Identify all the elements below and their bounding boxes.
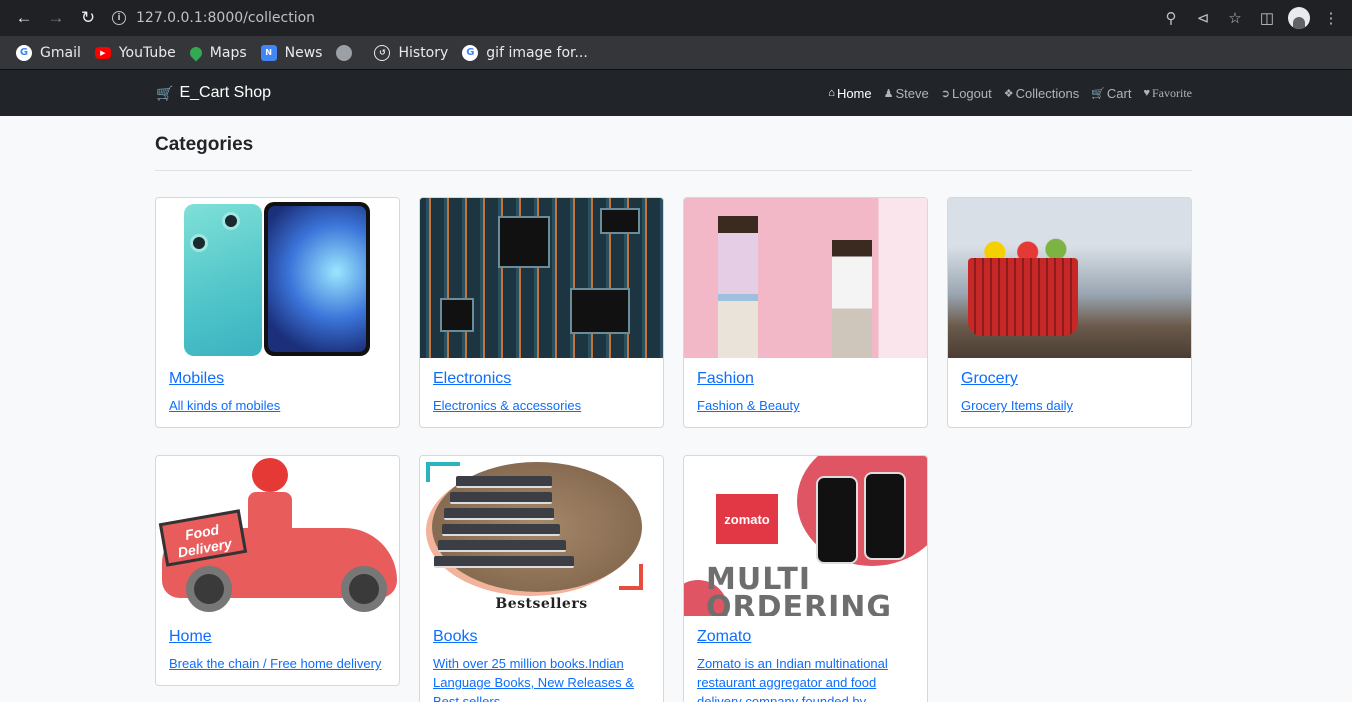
category-image-grocery[interactable] — [948, 198, 1191, 358]
bookmark-globe[interactable] — [330, 39, 366, 67]
site-info-icon[interactable]: i — [112, 11, 126, 25]
category-card-home: Food Delivery Home Break the chain / Fre… — [155, 455, 400, 686]
nav-cart[interactable]: 🛒 Cart — [1091, 86, 1131, 101]
url-text: 127.0.0.1:8000/collection — [136, 10, 316, 26]
cart-icon: 🛒 — [1091, 87, 1105, 100]
forward-arrow-icon[interactable]: → — [40, 2, 72, 34]
home-icon: ⌂ — [828, 87, 835, 99]
nav-logout[interactable]: ➲ Logout — [941, 86, 992, 101]
bookmark-youtube[interactable]: ▶ YouTube — [89, 39, 182, 67]
reload-icon[interactable]: ↻ — [72, 2, 104, 34]
category-description-mobiles[interactable]: All kinds of mobiles — [169, 396, 386, 415]
category-description-electronics[interactable]: Electronics & accessories — [433, 396, 650, 415]
address-bar[interactable]: i 127.0.0.1:8000/collection — [112, 4, 1158, 32]
zoom-icon[interactable]: ⚲ — [1158, 5, 1184, 31]
nav-user[interactable]: ♟ Steve — [884, 86, 929, 101]
google-icon: G — [16, 44, 32, 61]
category-description-zomato[interactable]: Zomato is an Indian multinational restau… — [697, 654, 914, 702]
category-image-mobiles[interactable] — [156, 198, 399, 358]
category-link-books[interactable]: Books — [433, 628, 650, 646]
nav-collections[interactable]: ❖ Collections — [1004, 86, 1079, 101]
bestsellers-label: Bestsellers — [495, 596, 588, 612]
google-icon: G — [462, 44, 479, 61]
browser-toolbar: ← → ↻ i 127.0.0.1:8000/collection ⚲ ⊲ ☆ … — [0, 0, 1352, 36]
multi-ordering-text: MULTI ORDERING — [706, 562, 892, 617]
youtube-icon: ▶ — [94, 46, 111, 59]
category-link-grocery[interactable]: Grocery — [961, 370, 1178, 388]
bookmarks-bar: G Gmail ▶ YouTube Maps N News ↺ History … — [0, 36, 1352, 70]
category-grid: Mobiles All kinds of mobiles Electronics… — [155, 197, 1192, 702]
bookmark-maps[interactable]: Maps — [184, 39, 253, 67]
bookmark-history[interactable]: ↺ History — [368, 39, 454, 67]
cubes-icon: ❖ — [1003, 87, 1014, 100]
category-link-home[interactable]: Home — [169, 628, 386, 646]
category-card-electronics: Electronics Electronics & accessories — [419, 197, 664, 428]
category-image-books[interactable]: Bestsellers — [420, 456, 663, 616]
page-title: Categories — [155, 116, 1192, 171]
zomato-logo: zomato — [716, 494, 778, 544]
bookmark-gmail[interactable]: G Gmail — [10, 39, 87, 67]
heart-icon: ♥ — [1143, 87, 1150, 99]
user-icon: ♟ — [883, 87, 894, 100]
category-description-fashion[interactable]: Fashion & Beauty — [697, 396, 914, 415]
category-card-grocery: Grocery Grocery Items daily — [947, 197, 1192, 428]
news-icon: N — [260, 44, 277, 61]
category-link-electronics[interactable]: Electronics — [433, 370, 650, 388]
category-image-fashion[interactable] — [684, 198, 927, 358]
category-image-home[interactable]: Food Delivery — [156, 456, 399, 616]
main-content: Categories Mobiles All kinds of mobiles — [155, 116, 1192, 702]
category-image-electronics[interactable] — [420, 198, 663, 358]
maps-icon — [187, 44, 205, 61]
category-description-grocery[interactable]: Grocery Items daily — [961, 396, 1178, 415]
category-card-fashion: Fashion Fashion & Beauty — [683, 197, 928, 428]
category-card-mobiles: Mobiles All kinds of mobiles — [155, 197, 400, 428]
category-description-books[interactable]: With over 25 million books.Indian Langua… — [433, 654, 650, 702]
share-icon[interactable]: ⊲ — [1190, 5, 1216, 31]
logout-icon: ➲ — [940, 87, 950, 100]
side-panel-icon[interactable]: ◫ — [1254, 5, 1280, 31]
category-card-books: Bestsellers Books With over 25 million b… — [419, 455, 664, 702]
globe-icon — [336, 44, 353, 61]
menu-kebab-icon[interactable]: ⋮ — [1318, 5, 1344, 31]
category-link-fashion[interactable]: Fashion — [697, 370, 914, 388]
history-icon: ↺ — [374, 44, 391, 61]
brand-link[interactable]: 🛒 E_Cart Shop — [156, 84, 271, 102]
nav-favorite[interactable]: ♥ Favorite — [1143, 86, 1192, 101]
nav-home[interactable]: ⌂ Home — [828, 86, 871, 101]
category-description-home[interactable]: Break the chain / Free home delivery — [169, 654, 386, 673]
site-navbar: 🛒 E_Cart Shop ⌂ Home ♟ Steve ➲ Logout ❖ … — [0, 70, 1352, 116]
category-link-mobiles[interactable]: Mobiles — [169, 370, 386, 388]
category-card-zomato: zomato MULTI ORDERING Zomato Zomato is a… — [683, 455, 928, 702]
bookmark-gif[interactable]: G gif image for... — [456, 39, 594, 67]
category-link-zomato[interactable]: Zomato — [697, 628, 914, 646]
category-image-zomato[interactable]: zomato MULTI ORDERING — [684, 456, 927, 616]
bookmark-star-icon[interactable]: ☆ — [1222, 5, 1248, 31]
profile-avatar[interactable] — [1286, 5, 1312, 31]
back-arrow-icon[interactable]: ← — [8, 2, 40, 34]
bookmark-news[interactable]: N News — [255, 39, 329, 67]
cart-icon: 🛒 — [156, 84, 174, 101]
